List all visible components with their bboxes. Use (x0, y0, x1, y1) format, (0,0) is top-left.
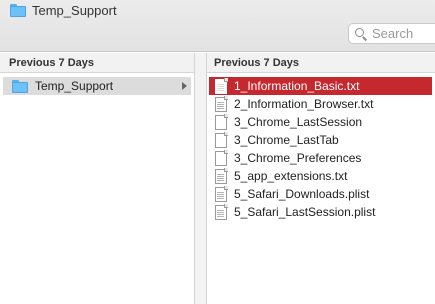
file-item[interactable]: 2_Information_Browser.txt (207, 95, 435, 113)
file-item[interactable]: 3_Chrome_LastSession (207, 113, 435, 131)
files-column-group-header: Previous 7 Days (207, 53, 435, 73)
file-item[interactable]: 5_Safari_LastSession.plist (207, 203, 435, 221)
folder-column-group-header: Previous 7 Days (0, 53, 194, 73)
file-item-label: 3_Chrome_Preferences (234, 151, 362, 165)
window-titlebar: Temp_Support (0, 0, 435, 52)
folder-icon (12, 79, 28, 93)
search-field[interactable] (348, 23, 435, 44)
text-file-icon (215, 167, 228, 184)
file-item[interactable]: 5_Safari_Downloads.plist (207, 185, 435, 203)
file-item[interactable]: 5_app_extensions.txt (207, 167, 435, 185)
file-item[interactable]: 3_Chrome_LastTab (207, 131, 435, 149)
file-item[interactable]: 1_Information_Basic.txt (209, 77, 432, 95)
window-title: Temp_Support (10, 1, 117, 19)
file-item[interactable]: 3_Chrome_Preferences (207, 149, 435, 167)
folder-item-temp-support[interactable]: Temp_Support (3, 77, 191, 95)
chevron-right-icon (182, 82, 187, 90)
folder-column: Previous 7 Days Temp_Support (0, 53, 194, 304)
text-file-icon (215, 95, 228, 112)
text-file-icon (215, 185, 228, 202)
files-column: Previous 7 Days 1_Information_Basic.txt … (207, 53, 435, 304)
folder-icon (10, 3, 26, 17)
text-file-icon (215, 77, 228, 94)
file-list: 1_Information_Basic.txt 2_Information_Br… (207, 73, 435, 221)
column-resize-divider[interactable] (194, 53, 207, 304)
blank-file-icon (215, 149, 228, 166)
blank-file-icon (215, 131, 228, 148)
file-item-label: 1_Information_Basic.txt (234, 79, 360, 93)
file-item-label: 5_Safari_Downloads.plist (234, 187, 370, 201)
folder-item-label: Temp_Support (35, 79, 114, 93)
window-title-label: Temp_Support (32, 2, 117, 18)
text-file-icon (215, 203, 228, 220)
blank-file-icon (215, 113, 228, 130)
file-item-label: 5_Safari_LastSession.plist (234, 205, 376, 219)
search-input[interactable] (372, 26, 435, 41)
file-item-label: 3_Chrome_LastTab (234, 133, 339, 147)
file-item-label: 5_app_extensions.txt (234, 169, 348, 183)
file-item-label: 2_Information_Browser.txt (234, 97, 374, 111)
search-icon (355, 27, 368, 41)
file-item-label: 3_Chrome_LastSession (234, 115, 363, 129)
